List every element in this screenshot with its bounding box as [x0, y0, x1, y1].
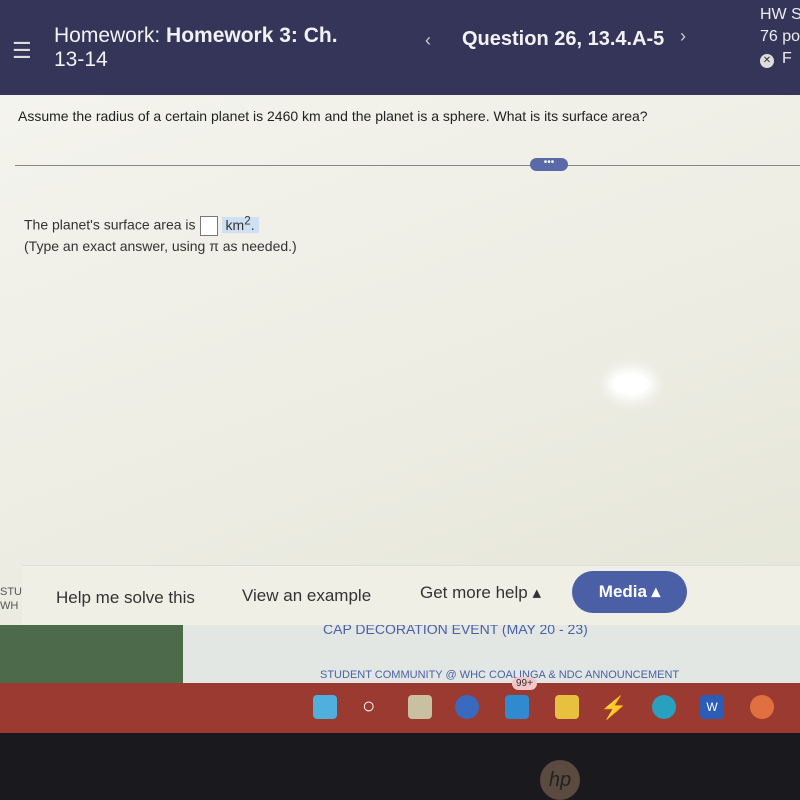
status-text: F	[782, 50, 792, 67]
question-text: Assume the radius of a certain planet is…	[18, 108, 648, 124]
expand-button[interactable]: •••	[530, 158, 568, 171]
screen-glare	[612, 373, 650, 395]
word-icon[interactable]: W	[700, 695, 724, 719]
search-icon[interactable]: ○	[362, 695, 386, 719]
help-me-solve-button[interactable]: Help me solve this	[56, 588, 195, 608]
previous-question-button[interactable]: ‹	[425, 30, 431, 51]
points: 76 po	[760, 28, 800, 45]
answer-hint: (Type an exact answer, using π as needed…	[24, 237, 297, 254]
view-example-button[interactable]: View an example	[242, 586, 371, 606]
help-bar: Help me solve this View an example Get m…	[22, 565, 800, 625]
edge-icon[interactable]	[652, 695, 676, 719]
taskbar: ○ 99+ ⚡ W	[0, 677, 800, 733]
background-image	[0, 625, 183, 683]
hamburger-icon[interactable]: ☰	[12, 38, 32, 64]
mail-icon[interactable]	[505, 695, 529, 719]
answer-area: The planet's surface area is km2. (Type a…	[24, 211, 297, 256]
background-page: CAP DECORATION EVENT (MAY 20 - 23) STUDE…	[183, 621, 800, 683]
media-button[interactable]: Media ▴	[572, 571, 687, 613]
get-more-help-button[interactable]: Get more help ▴	[420, 583, 541, 603]
header: ☰ Homework: Homework 3: Ch. 13-14 ‹ Quest…	[0, 0, 800, 95]
start-icon[interactable]	[313, 695, 337, 719]
hp-logo: hp	[540, 760, 580, 800]
answer-input[interactable]	[199, 215, 218, 236]
homework-title: Homework: Homework 3: Ch. 13-14	[54, 24, 338, 71]
divider	[15, 165, 800, 166]
teams-icon[interactable]	[455, 695, 479, 719]
origin-icon[interactable]	[750, 695, 774, 719]
notification-badge: 99+	[512, 677, 537, 690]
question-panel: Assume the radius of a certain planet is…	[0, 95, 800, 625]
side-fragment: STU WH	[0, 586, 22, 612]
next-question-button[interactable]: ›	[680, 26, 686, 47]
question-title[interactable]: Question 26, 13.4.A-5	[462, 28, 664, 51]
background-announcement: STUDENT COMMUNITY @ WHC COALINGA & NDC A…	[320, 669, 680, 681]
app-icon[interactable]: ⚡	[600, 695, 627, 720]
score-panel: HW S 76 po ✕ F	[760, 4, 800, 70]
task-view-icon[interactable]	[408, 695, 432, 719]
file-explorer-icon[interactable]	[555, 695, 579, 719]
answer-prefix: The planet's surface area is	[24, 216, 196, 233]
unit-label: km2.	[221, 214, 259, 233]
hw-score: HW S	[760, 6, 800, 23]
status-icon: ✕	[760, 54, 774, 68]
